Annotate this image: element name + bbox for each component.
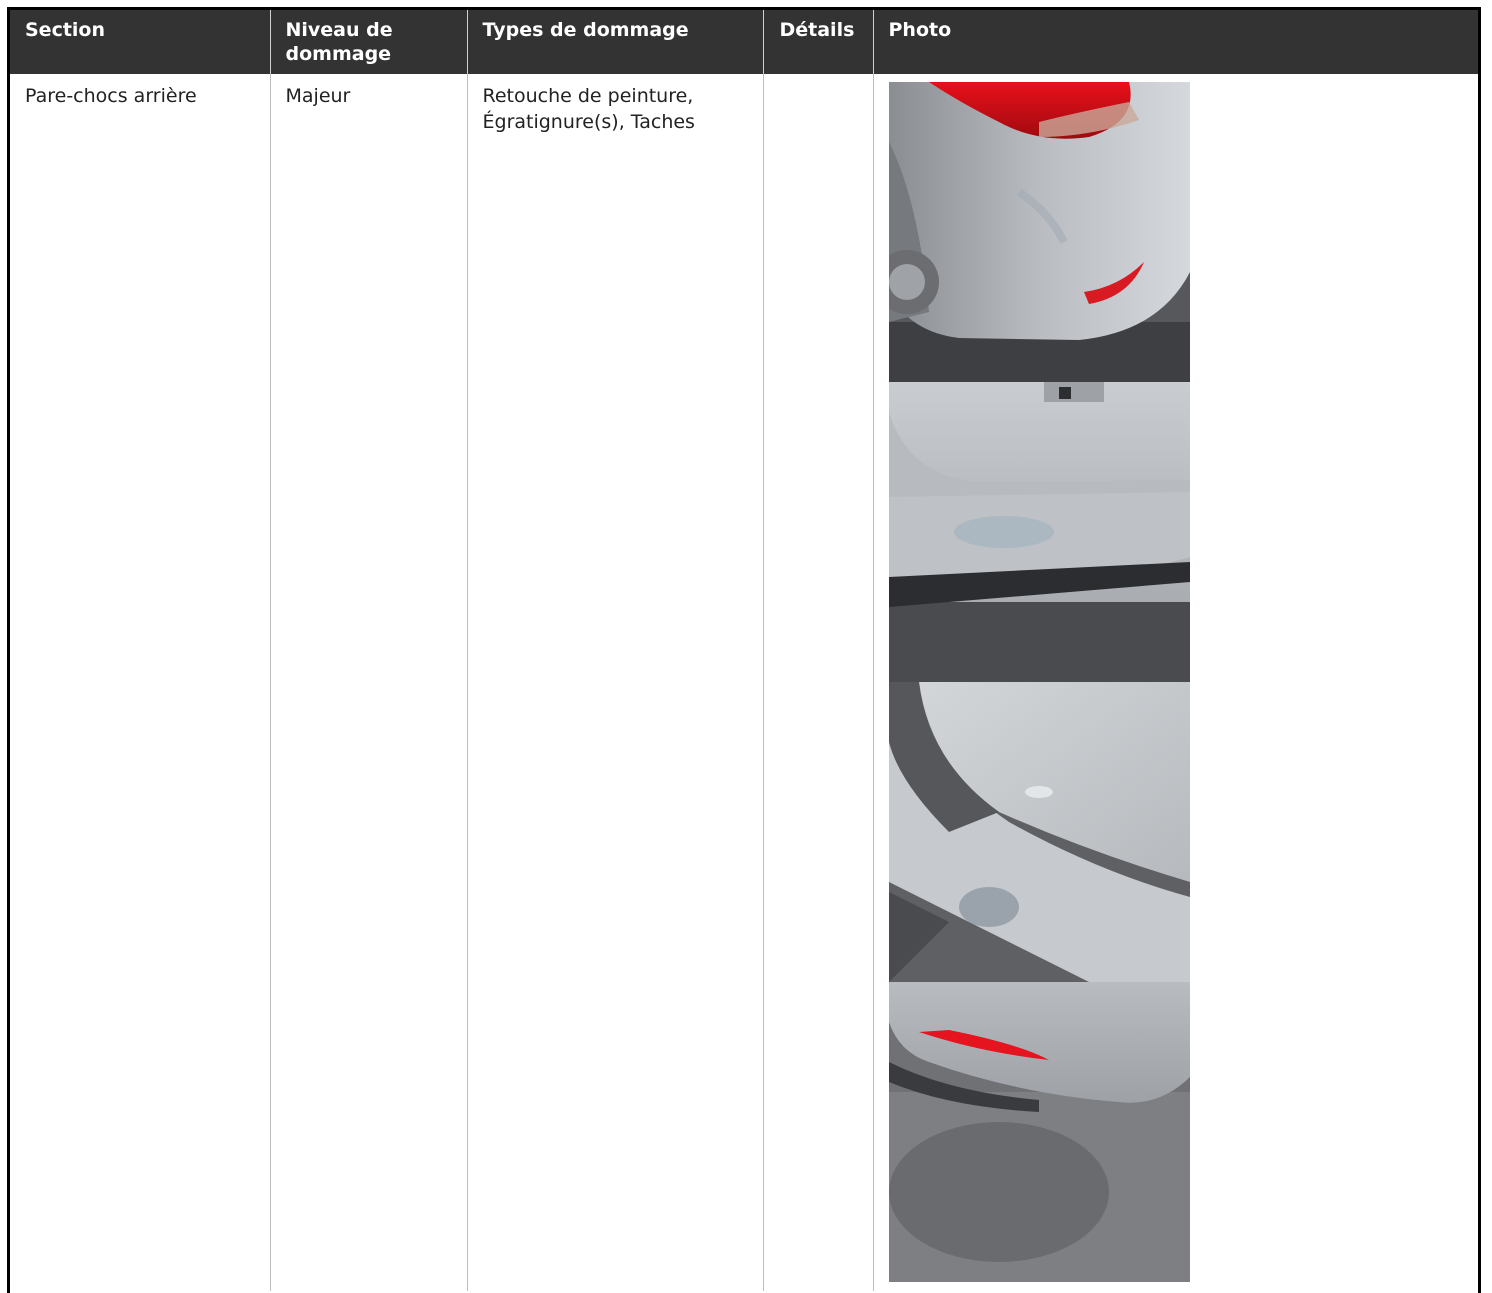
cell-photo bbox=[873, 74, 1478, 1291]
photo-stack bbox=[888, 82, 1190, 1282]
cell-types: Retouche de peinture, Égratignure(s), Ta… bbox=[467, 74, 764, 1291]
table-row: Pare-chocs arrière Majeur Retouche de pe… bbox=[10, 74, 1478, 1291]
header-details: Détails bbox=[763, 10, 874, 74]
header-section: Section bbox=[10, 10, 271, 74]
rear-bumper-corner-scratch-photo[interactable] bbox=[888, 682, 1190, 982]
damage-table: Section Niveau de dommage Types de domma… bbox=[10, 10, 1478, 1291]
cell-details bbox=[763, 74, 874, 1291]
cell-section: Pare-chocs arrière bbox=[10, 74, 271, 1291]
cell-niveau: Majeur bbox=[270, 74, 468, 1291]
header-types: Types de dommage bbox=[467, 10, 764, 74]
header-niveau: Niveau de dommage bbox=[270, 10, 468, 74]
header-photo: Photo bbox=[873, 10, 1478, 74]
rear-bumper-reflector-photo[interactable] bbox=[888, 982, 1190, 1282]
rear-bumper-paint-touchup-photo[interactable] bbox=[888, 382, 1190, 682]
table-header-row: Section Niveau de dommage Types de domma… bbox=[10, 10, 1478, 74]
rear-bumper-taillight-photo[interactable] bbox=[888, 82, 1190, 382]
